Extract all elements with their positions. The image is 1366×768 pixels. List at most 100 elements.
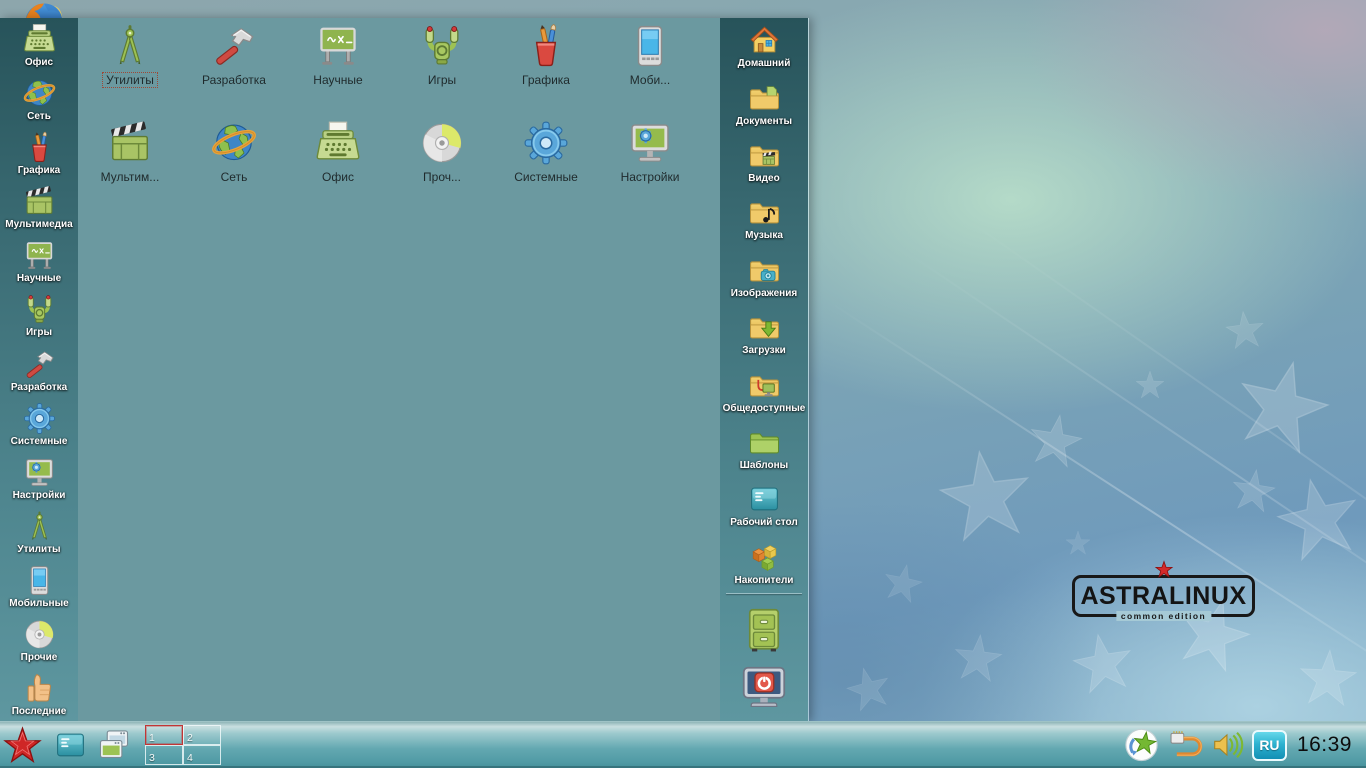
places-separator: [726, 593, 802, 594]
category-grid-item[interactable]: Мультим...: [78, 116, 182, 213]
workspace-cell[interactable]: 3: [145, 745, 183, 765]
places-actions: [720, 595, 808, 722]
category-grid-label: Офис: [318, 169, 358, 185]
globe-icon: [23, 77, 56, 110]
places-item[interactable]: Шаблоны: [720, 420, 808, 477]
category-grid-item[interactable]: Проч...: [390, 116, 494, 213]
sidebar-category-label: Последние: [12, 706, 67, 717]
category-grid-label: Разработка: [198, 72, 270, 88]
places-item[interactable]: Домашний: [720, 18, 808, 75]
compass-icon: [23, 510, 56, 543]
wallpaper-star: [1268, 468, 1366, 569]
wallpaper-star: [951, 631, 1006, 686]
category-grid-item[interactable]: Игры: [390, 19, 494, 116]
sidebar-category-item[interactable]: Игры: [0, 289, 78, 343]
places-item[interactable]: Документы: [720, 75, 808, 132]
category-grid-item[interactable]: Моби...: [598, 19, 702, 116]
wallpaper-star: [1228, 465, 1279, 516]
sidebar-category-label: Офис: [25, 57, 53, 68]
sidebar-category-label: Научные: [17, 273, 61, 284]
sidebar-category-item[interactable]: Последние: [0, 668, 78, 722]
sidebar-category-item[interactable]: Утилиты: [0, 505, 78, 559]
category-grid-label: Игры: [424, 72, 460, 88]
sidebar-category-item[interactable]: Разработка: [0, 343, 78, 397]
astra-menu-icon[interactable]: [2, 725, 43, 766]
places-item[interactable]: Накопители: [720, 535, 808, 592]
category-grid-item[interactable]: Научные: [286, 19, 390, 116]
places-item[interactable]: Видео: [720, 133, 808, 190]
category-grid-label: Проч...: [419, 169, 465, 185]
sidebar-category-item[interactable]: Прочие: [0, 614, 78, 668]
show-desktop-icon[interactable]: [54, 729, 87, 762]
sidebar-category-item[interactable]: Научные: [0, 235, 78, 289]
astralinux-logo-title: ASTRALINUX: [1080, 584, 1246, 609]
sidebar-category-item[interactable]: Графика: [0, 126, 78, 180]
category-grid-item[interactable]: Графика: [494, 19, 598, 116]
sidebar-category-label: Настройки: [13, 490, 66, 501]
software-update-icon[interactable]: [1123, 727, 1160, 764]
category-grid-label: Утилиты: [102, 72, 158, 88]
window-list-icon[interactable]: [96, 727, 132, 763]
application-launcher-panel: Офис Сеть Графика Мультимедиа Научные Иг…: [0, 18, 809, 722]
astralinux-logo-subtitle: common edition: [1116, 611, 1211, 621]
sidebar-category-item[interactable]: Мобильные: [0, 560, 78, 614]
places-item[interactable]: Изображения: [720, 248, 808, 305]
workspace-cell[interactable]: 4: [183, 745, 221, 765]
places-item[interactable]: Общедоступные: [720, 362, 808, 419]
places-action[interactable]: [740, 606, 788, 654]
wallpaper-star: [1023, 408, 1087, 472]
category-grid-item[interactable]: Разработка: [182, 19, 286, 116]
places-list: Домашний Документы Видео Музыка Изображе…: [720, 18, 808, 592]
category-grid-item[interactable]: Утилиты: [78, 19, 182, 116]
category-grid-item[interactable]: Офис: [286, 116, 390, 213]
places-item-label: Музыка: [745, 230, 783, 241]
sidebar-category-label: Сеть: [27, 111, 51, 122]
places-item[interactable]: Загрузки: [720, 305, 808, 362]
folder-templates-icon: [748, 426, 781, 459]
places-item-label: Изображения: [731, 288, 797, 299]
clapperboard-icon: [107, 120, 153, 166]
workspace-cell[interactable]: 2: [183, 725, 221, 745]
places-item[interactable]: Рабочий стол: [720, 477, 808, 534]
clapperboard-icon: [23, 185, 56, 218]
keyboard-layout-indicator[interactable]: RU: [1252, 730, 1287, 761]
sidebar-category-label: Игры: [26, 327, 52, 338]
sidebar-category-item[interactable]: Системные: [0, 397, 78, 451]
places-item-label: Накопители: [735, 575, 794, 586]
sidebar-category-item[interactable]: Сеть: [0, 72, 78, 126]
gamepad-icon: [419, 23, 465, 69]
places-item-label: Шаблоны: [740, 460, 788, 471]
astra-linux-desktop: ASTRALINUX common edition Офис Сеть Граф…: [0, 0, 1366, 768]
workspace-number: 4: [187, 752, 193, 764]
handheld-icon: [23, 564, 56, 597]
wallpaper-star: [1065, 530, 1091, 556]
category-grid-item[interactable]: Сеть: [182, 116, 286, 213]
hammer-icon: [23, 348, 56, 381]
category-grid-item[interactable]: Настройки: [598, 116, 702, 213]
folder-video-icon: [748, 139, 781, 172]
places-item-label: Видео: [748, 173, 779, 184]
monitor-gear-icon: [23, 456, 56, 489]
wallpaper-star: [1223, 308, 1267, 352]
gear-icon: [23, 402, 56, 435]
gamepad-icon: [23, 293, 56, 326]
desktop-screen-icon: [748, 483, 781, 516]
workspace-cell[interactable]: 1: [145, 725, 183, 745]
monitor-gear-icon: [627, 120, 673, 166]
folder-public-icon: [748, 369, 781, 402]
network-icon[interactable]: [1167, 727, 1204, 764]
places-item-label: Домашний: [738, 58, 791, 69]
sidebar-category-item[interactable]: Офис: [0, 18, 78, 72]
taskbar-clock[interactable]: 16:39: [1297, 733, 1352, 757]
sidebar-category-label: Мобильные: [9, 598, 68, 609]
volume-icon[interactable]: [1211, 728, 1245, 762]
folder-documents-icon: [748, 82, 781, 115]
wallpaper-star: [931, 441, 1038, 548]
sidebar-category-item[interactable]: Настройки: [0, 451, 78, 505]
places-action[interactable]: [740, 664, 788, 712]
category-grid-item[interactable]: Системные: [494, 116, 598, 213]
wallpaper-star: [1067, 627, 1139, 699]
places-item[interactable]: Музыка: [720, 190, 808, 247]
sidebar-category-item[interactable]: Мультимедиа: [0, 180, 78, 234]
file-cabinet-icon: [740, 606, 788, 654]
